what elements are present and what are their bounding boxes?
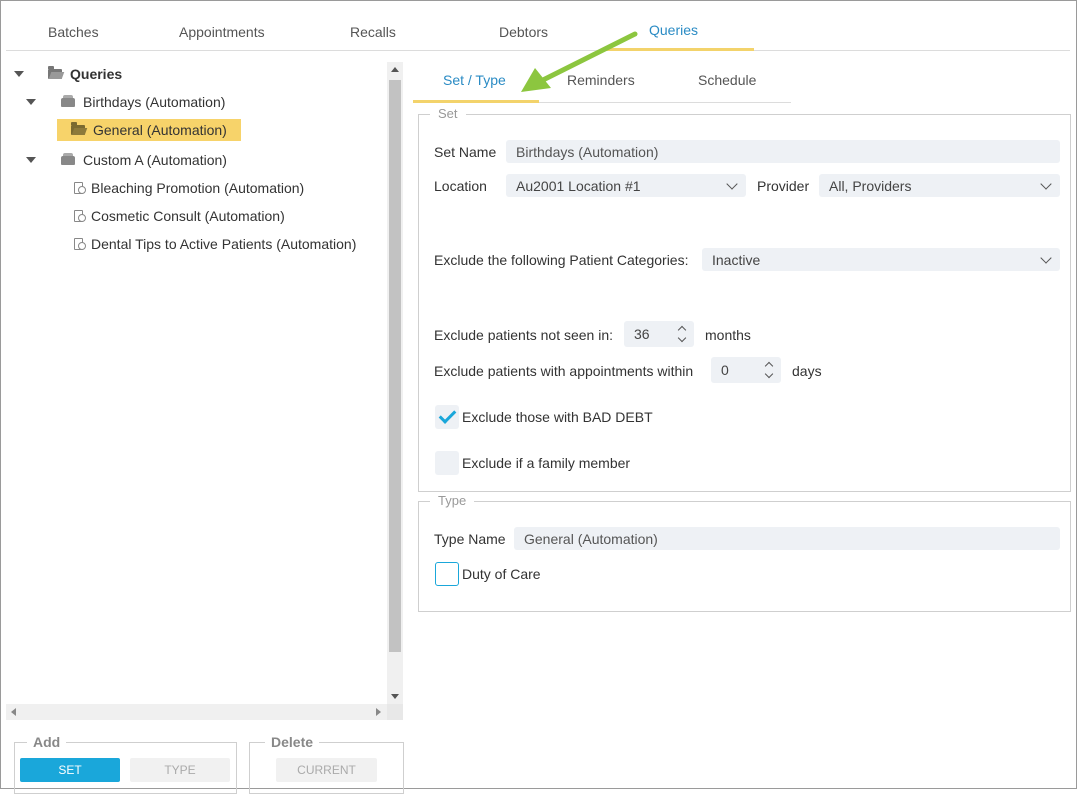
tree-item-birthdays[interactable]: Birthdays (Automation) [26, 91, 225, 113]
active-sub-tab-indicator [413, 100, 539, 103]
tree-item-bleaching[interactable]: Bleaching Promotion (Automation) [74, 177, 304, 199]
query-tree: Queries Birthdays (Automation) General (… [6, 52, 386, 702]
tab-queries[interactable]: Queries [649, 22, 698, 38]
query-doc-icon [74, 238, 86, 250]
set-legend: Set [430, 106, 466, 121]
tree-item-label: Bleaching Promotion (Automation) [91, 180, 305, 196]
tree-item-label: Dental Tips to Active Patients (Automati… [91, 236, 357, 252]
tab-batches[interactable]: Batches [48, 24, 99, 40]
set-name-input[interactable]: Birthdays (Automation) [506, 140, 1060, 163]
query-doc-icon [74, 210, 86, 222]
add-group-legend: Add [27, 734, 67, 750]
not-seen-stepper[interactable]: 36 [624, 321, 694, 347]
add-set-button[interactable]: SET [20, 758, 120, 782]
set-icon [61, 94, 75, 107]
folder-open-icon [48, 66, 62, 79]
tree-item-label: General (Automation) [93, 122, 227, 138]
tree-item-cosmetic[interactable]: Cosmetic Consult (Automation) [74, 205, 285, 227]
chevron-down-icon [1040, 178, 1052, 190]
scroll-corner [387, 704, 403, 720]
stepper-arrows-icon[interactable] [677, 325, 688, 343]
stepper-arrows-icon[interactable] [764, 361, 775, 379]
not-seen-unit: months [705, 327, 751, 343]
bad-debt-label: Exclude those with BAD DEBT [462, 409, 653, 425]
tab-appointments[interactable]: Appointments [179, 24, 265, 40]
checkmark-icon [438, 406, 457, 424]
set-fieldset [418, 114, 1071, 492]
appt-within-label: Exclude patients with appointments withi… [434, 363, 694, 379]
expand-caret-icon[interactable] [26, 157, 36, 163]
scroll-down-icon[interactable] [391, 694, 399, 699]
type-fieldset [418, 501, 1071, 612]
exclude-categories-value: Inactive [712, 251, 761, 268]
duty-of-care-checkbox[interactable] [435, 562, 459, 586]
query-doc-icon [74, 182, 86, 194]
tree-root-label: Queries [70, 66, 123, 82]
tab-schedule[interactable]: Schedule [698, 72, 756, 88]
duty-of-care-label: Duty of Care [462, 566, 541, 582]
provider-value: All, Providers [829, 177, 912, 194]
scroll-up-icon[interactable] [391, 67, 399, 72]
provider-select[interactable]: All, Providers [819, 174, 1060, 197]
tree-horizontal-scrollbar[interactable] [6, 704, 403, 720]
appt-within-value: 0 [721, 362, 729, 378]
tab-set-type[interactable]: Set / Type [443, 72, 506, 88]
delete-group-legend: Delete [265, 734, 320, 750]
family-member-checkbox[interactable] [435, 451, 459, 475]
expand-caret-icon[interactable] [14, 71, 24, 77]
type-name-label: Type Name [434, 531, 506, 547]
chevron-down-icon [726, 178, 738, 190]
type-name-input[interactable]: General (Automation) [514, 527, 1060, 550]
tree-item-label: Custom A (Automation) [83, 152, 227, 168]
scroll-right-icon[interactable] [376, 708, 381, 716]
exclude-categories-select[interactable]: Inactive [702, 248, 1060, 271]
delete-current-button[interactable]: CURRENT [276, 758, 377, 782]
not-seen-value: 36 [634, 326, 650, 342]
tree-root-queries[interactable]: Queries [14, 63, 122, 85]
set-icon [61, 152, 75, 165]
set-name-label: Set Name [434, 144, 497, 160]
appt-within-unit: days [792, 363, 822, 379]
tree-item-custom-a[interactable]: Custom A (Automation) [26, 149, 227, 171]
provider-label: Provider [757, 178, 810, 194]
tree-item-label: Cosmetic Consult (Automation) [91, 208, 285, 224]
type-legend: Type [430, 493, 475, 508]
location-select[interactable]: Au2001 Location #1 [506, 174, 746, 197]
exclude-categories-label: Exclude the following Patient Categories… [434, 252, 689, 268]
scroll-left-icon[interactable] [11, 708, 16, 716]
add-type-button[interactable]: TYPE [130, 758, 230, 782]
family-member-label: Exclude if a family member [462, 455, 631, 471]
scroll-thumb[interactable] [389, 80, 401, 652]
not-seen-label: Exclude patients not seen in: [434, 327, 614, 343]
tree-vertical-scrollbar[interactable] [387, 62, 403, 704]
tree-item-dental-tips[interactable]: Dental Tips to Active Patients (Automati… [74, 233, 356, 255]
bad-debt-checkbox[interactable] [435, 405, 459, 429]
tab-recalls[interactable]: Recalls [350, 24, 396, 40]
expand-caret-icon[interactable] [26, 99, 36, 105]
annotation-arrow-icon [521, 31, 638, 92]
tree-item-label: Birthdays (Automation) [83, 94, 226, 110]
location-value: Au2001 Location #1 [516, 177, 641, 194]
location-label: Location [434, 178, 487, 194]
chevron-down-icon [1040, 252, 1052, 264]
appt-within-stepper[interactable]: 0 [711, 357, 781, 383]
folder-open-icon [71, 122, 85, 135]
tree-item-general[interactable]: General (Automation) [57, 119, 241, 141]
